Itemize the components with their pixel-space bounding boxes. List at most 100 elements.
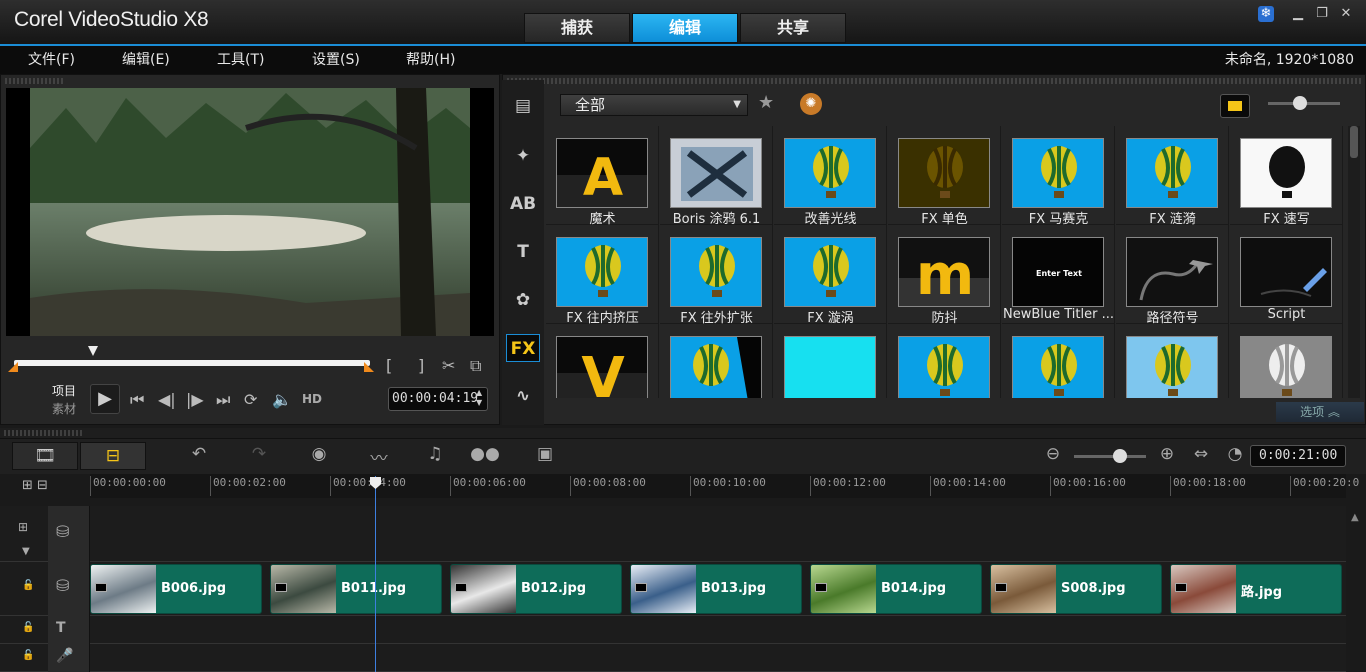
enlarge-icon[interactable]: ⧉ [470, 356, 481, 376]
undo-icon[interactable]: ↶ [184, 444, 214, 468]
filter-item[interactable]: Boris 涂鸦 6.1 [660, 126, 773, 227]
filter-item[interactable]: FX 单色 [888, 126, 1001, 227]
menu-settings[interactable]: 设置(S) [312, 49, 360, 69]
instant-project-icon[interactable]: ✦ [506, 142, 540, 170]
record-capture-icon[interactable]: ◉ [304, 444, 334, 468]
zoom-out-icon[interactable]: ⊖ [1038, 444, 1068, 468]
transition-icon[interactable]: AB [506, 190, 540, 218]
mark-in-icon[interactable]: [ [386, 356, 392, 375]
fx-icon[interactable]: FX [506, 334, 540, 362]
zoom-in-icon[interactable]: ⊕ [1152, 444, 1182, 468]
storyboard-view-button[interactable]: 🎞 [12, 442, 78, 470]
scrub-bar[interactable] [14, 360, 370, 366]
menu-help[interactable]: 帮助(H) [406, 49, 455, 69]
auto-music-icon[interactable]: ♫ [420, 444, 450, 468]
timeline-view-button[interactable]: ⊟ [80, 442, 146, 470]
timecode-field[interactable]: 00:00:04:19 [388, 387, 488, 411]
timeline-clip[interactable]: B013.jpg [630, 564, 802, 614]
filter-item[interactable]: FX 漩涡 [774, 225, 887, 326]
mode-clip[interactable]: 素材 [52, 400, 76, 417]
tab-capture[interactable]: 捕获 [524, 13, 630, 43]
menu-tools[interactable]: 工具(T) [217, 49, 264, 69]
close-icon[interactable]: ✕ [1338, 6, 1354, 22]
zoom-knob[interactable] [1113, 449, 1127, 463]
filter-item[interactable] [1230, 324, 1343, 398]
path-icon[interactable]: ∿ [506, 382, 540, 410]
track-manager-icon[interactable]: ⊞ ⊟ [22, 478, 48, 493]
timeline-clip[interactable]: S008.jpg [990, 564, 1162, 614]
restore-icon[interactable]: ❐ [1314, 6, 1330, 22]
redo-icon[interactable]: ↷ [244, 444, 274, 468]
menu-file[interactable]: 文件(F) [28, 49, 75, 69]
media-icon[interactable]: ▤ [506, 92, 540, 120]
timeline-clip[interactable]: B006.jpg [90, 564, 262, 614]
filter-item[interactable] [1002, 324, 1115, 398]
preview-video[interactable] [6, 88, 494, 336]
video-track-icon[interactable]: ⛁ [56, 522, 69, 541]
filter-item[interactable] [888, 324, 1001, 398]
timeline-clip[interactable]: 路.jpg [1170, 564, 1342, 614]
filter-item[interactable]: V [546, 324, 659, 398]
filter-item[interactable]: FX 涟漪 [1116, 126, 1229, 227]
overlay-track-icon[interactable]: ⛁ [56, 576, 69, 595]
filter-item[interactable]: FX 往内挤压 [546, 225, 659, 326]
hd-toggle[interactable]: HD [302, 392, 322, 406]
track-expand-icon[interactable]: ▼ [22, 546, 30, 557]
timeline-scrollbar[interactable]: ▲ [1346, 506, 1366, 672]
lock-icon[interactable]: 🔓 [22, 580, 34, 591]
end-icon[interactable]: ⏭ [216, 390, 230, 410]
thumb-size-knob[interactable] [1293, 96, 1307, 110]
title-track-icon[interactable]: T [56, 620, 66, 636]
timeline-clip[interactable]: B012.jpg [450, 564, 622, 614]
add-favorite-icon[interactable]: ★ [758, 92, 774, 113]
library-scrollbar[interactable] [1348, 126, 1360, 398]
filter-item[interactable]: m 防抖 [888, 225, 1001, 326]
motion-tracking-icon[interactable]: ●● [470, 444, 500, 468]
mark-out-icon[interactable]: ] [418, 356, 424, 375]
lock-icon[interactable]: 🔓 [22, 650, 34, 661]
minimize-icon[interactable]: ▁ [1290, 6, 1306, 22]
fit-project-icon[interactable]: ⇔ [1186, 444, 1216, 468]
scissors-icon[interactable]: ✂ [442, 356, 455, 375]
duration-clock-icon[interactable]: ◔ [1220, 444, 1250, 468]
playhead[interactable] [375, 476, 376, 672]
lock-icon[interactable]: 🔓 [22, 622, 34, 633]
options-button[interactable]: 选项 ︽ [1276, 402, 1364, 422]
timeline-ruler[interactable]: 00:00:00:00 00:00:02:00 00:00:04:00 00:00:0… [90, 474, 1359, 498]
menu-edit[interactable]: 编辑(E) [122, 49, 170, 69]
subtitle-editor-icon[interactable]: ▣ [530, 444, 560, 468]
category-select[interactable]: 全部 ▼ [560, 94, 748, 116]
ripple-edit-icon[interactable]: ⊞ [18, 520, 28, 534]
filter-item[interactable]: A 魔术 [546, 126, 659, 227]
repeat-icon[interactable]: ⟳ [244, 390, 257, 409]
snowflake-icon[interactable]: ❄ [1258, 6, 1274, 22]
get-more-icon[interactable]: ✺ [800, 93, 822, 115]
tab-edit[interactable]: 编辑 [632, 13, 738, 43]
next-frame-icon[interactable]: |▶ [186, 390, 204, 409]
volume-icon[interactable]: 🔈 [272, 390, 292, 409]
zoom-slider[interactable] [1074, 455, 1146, 458]
timecode-stepper[interactable]: ▲ ▼ [476, 388, 482, 408]
timeline-clip[interactable]: B014.jpg [810, 564, 982, 614]
filter-item[interactable]: FX 往外扩张 [660, 225, 773, 326]
graphics-icon[interactable]: ✿ [506, 286, 540, 314]
filter-item[interactable]: FX 马赛克 [1002, 126, 1115, 227]
home-icon[interactable]: ⏮ [130, 390, 144, 410]
sound-mixer-icon[interactable]: 〰 [364, 444, 394, 469]
view-toggle-button[interactable] [1220, 94, 1250, 118]
tab-share[interactable]: 共享 [740, 13, 846, 43]
timeline-grip[interactable] [0, 428, 1366, 438]
filter-item[interactable] [660, 324, 773, 398]
prev-frame-icon[interactable]: ◀| [158, 390, 176, 409]
timeline-clip[interactable]: B011.jpg [270, 564, 442, 614]
filter-item[interactable]: Enter Text NewBlue Titler ... [1002, 225, 1115, 324]
filter-item[interactable]: 改善光线 [774, 126, 887, 227]
microphone-icon[interactable]: 🎤 [56, 648, 73, 664]
title-icon[interactable]: T [506, 238, 540, 266]
filter-item[interactable]: 路径符号 [1116, 225, 1229, 326]
filter-item[interactable]: Script [1230, 225, 1343, 324]
filter-item[interactable]: FX 速写 [1230, 126, 1343, 227]
filter-item[interactable] [1116, 324, 1229, 398]
mode-project[interactable]: 项目 [52, 382, 76, 399]
filter-item[interactable] [774, 324, 887, 398]
